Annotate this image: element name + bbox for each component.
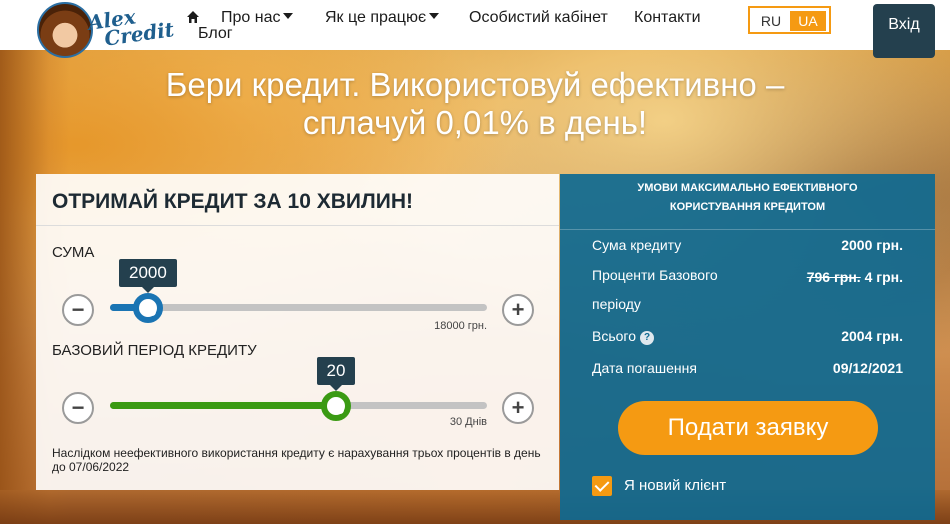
amount-label: СУМА: [52, 244, 95, 261]
nav-item-how-it-works[interactable]: Як це працює: [325, 9, 440, 27]
terms-row-date-label: Дата погашення: [592, 360, 697, 376]
amount-slider-handle[interactable]: [133, 293, 163, 323]
period-label: БАЗОВИЙ ПЕРІОД КРЕДИТУ: [52, 342, 257, 359]
terms-row-total-value: 2004 грн.: [841, 328, 903, 344]
period-max-label: 30 Днів: [449, 416, 487, 428]
nav-item-blog[interactable]: Блог: [198, 25, 233, 43]
lang-option-ua[interactable]: UA: [790, 11, 826, 31]
loan-terms-panel: УМОВИ МАКСИМАЛЬНО ЕФЕКТИВНОГО КОРИСТУВАН…: [560, 174, 935, 520]
period-slider-fill: [110, 402, 336, 409]
hero-heading-line2: сплачуй 0,01% в день!: [302, 104, 648, 141]
logo[interactable]: Alex Credit: [37, 2, 177, 58]
loan-calculator: ОТРИМАЙ КРЕДИТ ЗА 10 ХВИЛИН! СУМА − 2000…: [36, 174, 559, 490]
amount-increase-button[interactable]: +: [502, 294, 534, 326]
hero-heading: Бери кредит. Використовуй ефективно – сп…: [0, 66, 950, 142]
logo-text: Alex Credit: [86, 2, 176, 51]
chevron-down-icon: [283, 13, 294, 19]
terms-row-interest-new-value: 4 грн.: [864, 269, 903, 285]
terms-row-total-label: Всього?: [592, 328, 655, 345]
divider: [36, 225, 559, 226]
amount-slider[interactable]: 2000: [110, 259, 487, 323]
logo-text-credit: Credit: [102, 17, 176, 51]
home-icon[interactable]: [186, 10, 200, 24]
calculator-title: ОТРИМАЙ КРЕДИТ ЗА 10 ХВИЛИН!: [52, 190, 413, 213]
terms-row-interest-label: Проценти Базового періоду: [592, 267, 718, 312]
login-button[interactable]: Вхід: [873, 4, 935, 58]
period-increase-button[interactable]: +: [502, 392, 534, 424]
terms-row-amount-value: 2000 грн.: [841, 237, 903, 253]
calculator-note: Наслідком неефективного використання кре…: [52, 446, 541, 474]
nav-item-about-label: Про нас: [221, 9, 281, 26]
terms-title-line1: УМОВИ МАКСИМАЛЬНО ЕФЕКТИВНОГО: [637, 182, 858, 194]
period-value-tooltip: 20: [316, 357, 356, 391]
period-slider[interactable]: 20: [110, 357, 487, 421]
site-header: Alex Credit Про нас Як це працює Особист…: [0, 0, 950, 58]
nav-item-cabinet[interactable]: Особистий кабінет: [469, 9, 608, 27]
nav-item-how-label: Як це працює: [325, 9, 427, 26]
period-decrease-button[interactable]: −: [62, 392, 94, 424]
amount-decrease-button[interactable]: −: [62, 294, 94, 326]
terms-title-line2: КОРИСТУВАННЯ КРЕДИТОМ: [669, 201, 826, 213]
terms-row-amount-label: Сума кредиту: [592, 237, 682, 253]
help-icon[interactable]: ?: [640, 331, 655, 345]
amount-max-label: 18000 грн.: [434, 320, 487, 332]
period-slider-handle[interactable]: [321, 391, 351, 421]
terms-row-interest-value: 796 грн. 4 грн.: [807, 269, 903, 285]
apply-button[interactable]: Подати заявку: [618, 401, 878, 455]
terms-row-interest-old-value: 796 грн.: [806, 269, 861, 285]
terms-row-total-label-text: Всього: [592, 328, 637, 344]
chevron-down-icon: [429, 13, 440, 19]
terms-title: УМОВИ МАКСИМАЛЬНО ЕФЕКТИВНОГО КОРИСТУВАН…: [560, 174, 935, 230]
terms-row-date-value: 09/12/2021: [832, 360, 903, 376]
language-switcher: RU UA: [748, 6, 831, 34]
amount-value-tooltip: 2000: [119, 259, 177, 293]
terms-row-interest-label-line2: періоду: [592, 296, 641, 312]
nav-item-contacts[interactable]: Контакти: [634, 9, 701, 27]
new-client-label: Я новий клієнт: [624, 477, 727, 494]
terms-row-interest-label-line1: Проценти Базового: [592, 267, 718, 283]
hero-heading-line1: Бери кредит. Використовуй ефективно –: [165, 66, 785, 103]
new-client-checkbox[interactable]: [592, 476, 612, 496]
logo-avatar-icon: [37, 2, 93, 58]
lang-option-ru[interactable]: RU: [753, 11, 789, 31]
